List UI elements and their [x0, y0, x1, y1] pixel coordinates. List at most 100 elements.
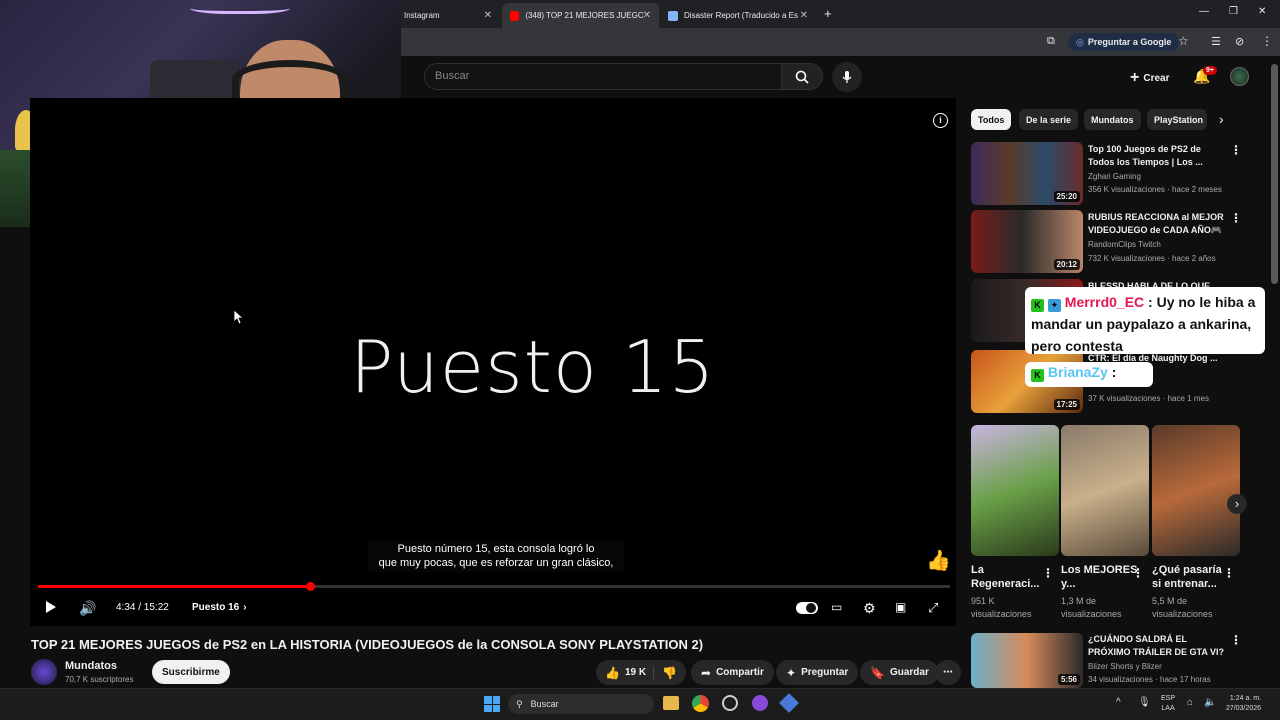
- play-button[interactable]: [45, 600, 57, 614]
- avatar[interactable]: [1230, 67, 1249, 86]
- channel-name[interactable]: Mundatos: [65, 660, 117, 672]
- volume-icon[interactable]: 🔈: [1204, 697, 1216, 708]
- close-icon[interactable]: ✕: [643, 10, 651, 21]
- network-icon[interactable]: ⌂: [1187, 697, 1193, 708]
- chrome-icon[interactable]: [692, 695, 709, 712]
- more-options-icon[interactable]: ⋮: [1230, 143, 1242, 157]
- new-tab-button[interactable]: +: [824, 6, 832, 21]
- short-thumbnail[interactable]: [1061, 425, 1149, 556]
- extension-icon[interactable]: ⊘: [1235, 35, 1244, 48]
- more-actions-button[interactable]: ⋯: [935, 660, 961, 685]
- tab-label: (348) TOP 21 MEJORES JUEGOS: [525, 11, 643, 20]
- save-button[interactable]: 🔖 Guardar: [860, 660, 939, 685]
- chapter-button[interactable]: Puesto 16 ›: [192, 602, 247, 613]
- more-options-icon[interactable]: ⋮: [1230, 211, 1242, 225]
- file-explorer-icon[interactable]: [663, 696, 679, 710]
- toggle-knob: [806, 603, 816, 613]
- short-title[interactable]: Los MEJORES y...: [1061, 563, 1141, 591]
- tab-instagram[interactable]: Instagram ✕: [396, 3, 500, 28]
- tab-youtube-active[interactable]: (348) TOP 21 MEJORES JUEGOS ✕: [502, 3, 659, 28]
- obs-icon[interactable]: [722, 695, 738, 711]
- ask-google-button[interactable]: ◎ Preguntar a Google: [1068, 33, 1180, 51]
- plus-icon: +: [1130, 69, 1140, 86]
- chip-mundatos[interactable]: Mundatos: [1084, 109, 1141, 130]
- taskbar-search[interactable]: ⚲ Buscar: [508, 694, 654, 714]
- mic-icon: [842, 71, 852, 83]
- video-thumbnail[interactable]: 25:20: [971, 142, 1083, 205]
- reading-list-icon[interactable]: ☰: [1211, 35, 1221, 48]
- thumbs-up-emoji: 👍: [926, 550, 951, 572]
- more-options-icon[interactable]: ⋮: [1223, 566, 1235, 580]
- clock[interactable]: 1:24 a. m. 27/03/2026: [1226, 694, 1261, 714]
- windows-start-icon[interactable]: [484, 696, 500, 712]
- autoplay-toggle[interactable]: [796, 602, 818, 614]
- video-title[interactable]: RUBIUS REACCIONA al MEJOR VIDEOJUEGO de …: [1088, 211, 1228, 237]
- more-options-icon[interactable]: ⋮: [1042, 566, 1054, 580]
- shorts-next-button[interactable]: ›: [1227, 494, 1247, 514]
- sparkle-icon: ✦: [786, 665, 797, 680]
- share-button[interactable]: ➦ Compartir: [691, 660, 774, 685]
- subtitles-icon[interactable]: ▭: [831, 600, 842, 614]
- chevron-up-icon[interactable]: ^: [1116, 697, 1121, 708]
- duration-badge: 5:56: [1057, 674, 1080, 685]
- close-window-icon[interactable]: ✕: [1258, 6, 1266, 17]
- chip-playstation[interactable]: PlayStation: [1147, 109, 1207, 130]
- menu-icon[interactable]: ⋮: [1261, 34, 1273, 48]
- language-indicator[interactable]: ESP LAA: [1161, 694, 1175, 714]
- minimize-icon[interactable]: —: [1199, 6, 1209, 17]
- tab-label: Instagram: [404, 11, 440, 20]
- channel-avatar[interactable]: [31, 659, 57, 685]
- close-icon[interactable]: ✕: [484, 10, 492, 21]
- app-icon[interactable]: [752, 695, 768, 711]
- bookmark-icon: 🔖: [870, 665, 885, 680]
- create-button[interactable]: + Crear: [1130, 69, 1169, 87]
- miniplayer-icon[interactable]: ▣: [895, 600, 906, 614]
- cast-icon[interactable]: ⧉: [1047, 35, 1055, 48]
- restore-icon[interactable]: ❐: [1229, 6, 1238, 17]
- voice-search-button[interactable]: [832, 62, 862, 92]
- channel-name[interactable]: Zghari Gaming: [1088, 170, 1238, 183]
- close-icon[interactable]: ✕: [800, 10, 808, 21]
- info-icon[interactable]: i: [933, 113, 948, 128]
- chip-de-la-serie[interactable]: De la serie: [1019, 109, 1079, 130]
- video-thumbnail[interactable]: 20:12: [971, 210, 1083, 273]
- video-title[interactable]: ¿CUÁNDO SALDRÁ EL PRÓXIMO TRÁILER DE GTA…: [1088, 633, 1228, 659]
- channel-name[interactable]: Blizer Shorts y Blizer: [1088, 660, 1238, 673]
- like-button[interactable]: 👍 19 K: [596, 665, 654, 680]
- more-options-icon[interactable]: ⋮: [1132, 566, 1144, 580]
- search-button[interactable]: [781, 63, 823, 90]
- video-title[interactable]: Top 100 Juegos de PS2 de Todos los Tiemp…: [1088, 143, 1228, 169]
- video-meta: 732 K visualizaciones · hace 2 años: [1088, 254, 1216, 263]
- clock-date: 27/03/2026: [1226, 705, 1262, 712]
- chip-todos[interactable]: Todos: [971, 109, 1012, 130]
- subtitle-line: Puesto número 15, esta consola logró lo: [397, 543, 595, 555]
- settings-gear-icon[interactable]: ⚙: [863, 600, 876, 617]
- share-icon: ➦: [701, 665, 712, 680]
- scrubber-handle[interactable]: [306, 582, 315, 591]
- fullscreen-icon[interactable]: ⤢: [928, 600, 938, 616]
- short-thumbnail[interactable]: [971, 425, 1059, 556]
- mouse-cursor: [233, 309, 245, 329]
- dislike-button[interactable]: 👎: [654, 666, 677, 680]
- progress-played: [38, 585, 310, 588]
- tab-disaster-report[interactable]: Disaster Report (Traducido a Es ✕: [660, 3, 816, 28]
- short-title[interactable]: La Regeneraci...: [971, 563, 1051, 591]
- ask-button[interactable]: ✦ Preguntar: [776, 660, 859, 685]
- short-thumbnail[interactable]: [1152, 425, 1240, 556]
- video-thumbnail[interactable]: 5:56: [971, 633, 1083, 688]
- chevron-right-icon[interactable]: ›: [1219, 111, 1224, 127]
- ask-google-label: Preguntar a Google: [1087, 37, 1172, 47]
- kick-icon: K: [1031, 369, 1044, 382]
- short-title[interactable]: ¿Qué pasaría si entrenar...: [1152, 563, 1232, 591]
- subscribe-button[interactable]: Suscribirme: [152, 660, 230, 684]
- bookmark-star-icon[interactable]: ☆: [1178, 34, 1189, 48]
- scrollbar-thumb[interactable]: [1271, 64, 1278, 284]
- short-views: 951 K visualizaciones: [971, 596, 1032, 619]
- search-input[interactable]: Buscar: [424, 63, 782, 90]
- volume-icon[interactable]: 🔊: [79, 600, 96, 617]
- chat-message: K BrianaZy :: [1025, 362, 1153, 387]
- channel-name[interactable]: RandomClips Twitch: [1088, 238, 1238, 251]
- search-icon: [795, 70, 809, 84]
- more-options-icon[interactable]: ⋮: [1230, 633, 1242, 647]
- mic-icon[interactable]: 🎙: [1138, 697, 1151, 708]
